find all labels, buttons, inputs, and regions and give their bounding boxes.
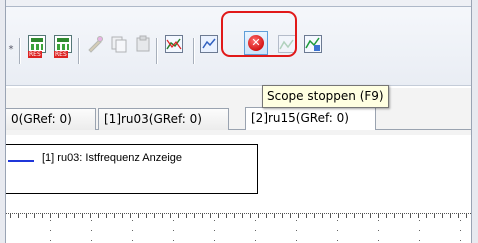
grid-tick [234, 214, 235, 218]
grid-tick [338, 214, 339, 218]
tab-scope-0[interactable]: 0(GRef: 0) [6, 108, 96, 130]
grid-tick [266, 214, 267, 218]
grid-tick [306, 214, 307, 218]
grid-tick [114, 214, 115, 218]
grid-tick [250, 214, 251, 218]
grid-tick [450, 214, 451, 218]
grid-tick [466, 214, 467, 218]
grid-tick [122, 214, 123, 218]
tab-label: [2]ru15(GRef: 0) [251, 111, 349, 125]
grid-vertical-line [214, 220, 215, 243]
grid-tick [74, 214, 75, 218]
chart-edit-icon[interactable] [302, 33, 324, 55]
table-red-icon[interactable]: RES [26, 33, 48, 58]
grid-tick [346, 214, 347, 218]
grid-tick [10, 214, 11, 218]
toolbar-separator [19, 38, 20, 64]
grid-tick [410, 214, 411, 218]
grid-tick [186, 214, 187, 218]
scope-settings-icon[interactable] [198, 33, 220, 55]
grid-tick [178, 214, 179, 218]
grid-tick [50, 214, 51, 218]
grid-tick [226, 214, 227, 218]
grid-tick [82, 214, 83, 218]
toolbar-separator [193, 38, 194, 64]
grid-tick [106, 214, 107, 218]
scope-stop-button[interactable]: ✕ [244, 31, 268, 55]
grid-vertical-line [255, 220, 256, 243]
grid-vertical-line [460, 220, 461, 243]
grid-vertical-line [50, 220, 51, 243]
grid-tick [434, 214, 435, 218]
grid-tick [58, 214, 59, 218]
chart-legend: [1] ru03: Istfrequenz Anzeige [6, 144, 258, 194]
grid-tick [26, 214, 27, 218]
grid-tick [362, 214, 363, 218]
scope-grid [6, 214, 471, 243]
legend-series-line [8, 160, 34, 162]
grid-tick [170, 214, 171, 218]
edit-icon[interactable] [84, 33, 106, 55]
grid-tick [154, 214, 155, 218]
copy-icon[interactable] [108, 33, 130, 55]
grid-tick [386, 214, 387, 218]
grid-vertical-line [337, 220, 338, 243]
grid-tick [290, 214, 291, 218]
grid-tick [274, 214, 275, 218]
grid-tick [98, 214, 99, 218]
grid-tick [442, 214, 443, 218]
tab-label: 0(GRef: 0) [11, 112, 72, 126]
grid-tick [138, 214, 139, 218]
grid-tick [394, 214, 395, 218]
grid-tick [66, 214, 67, 218]
truncated-icon: ⁎ [8, 40, 14, 52]
grid-tick [402, 214, 403, 218]
toolbar-separator [78, 38, 79, 64]
grid-tick [130, 214, 131, 218]
window-right-border [471, 0, 478, 243]
grid-tick [282, 214, 283, 218]
window-top-border [0, 0, 478, 7]
grid-tick [298, 214, 299, 218]
stop-button-tooltip: Scope stoppen (F9) [262, 85, 389, 108]
grid-vertical-line [132, 220, 133, 243]
grid-tick [354, 214, 355, 218]
grid-tick [210, 214, 211, 218]
grid-tick [34, 214, 35, 218]
grid-tick [378, 214, 379, 218]
grid-tick [458, 214, 459, 218]
grid-tick [42, 214, 43, 218]
grid-tick [370, 214, 371, 218]
grid-vertical-line [173, 220, 174, 243]
grid-tick [146, 214, 147, 218]
tab-label: [1]ru03(GRef: 0) [104, 112, 202, 126]
grid-tick [194, 214, 195, 218]
tab-scope-ru03[interactable]: [1]ru03(GRef: 0) [98, 108, 229, 130]
legend-series-label: [1] ru03: Istfrequenz Anzeige [42, 152, 183, 164]
grid-vertical-line [378, 220, 379, 243]
grid-tick [426, 214, 427, 218]
toolbar-separator [156, 38, 157, 64]
paste-icon[interactable] [132, 33, 154, 55]
grid-tick [90, 214, 91, 218]
grid-tick [18, 214, 19, 218]
tab-scope-ru15[interactable]: [2]ru15(GRef: 0) [245, 107, 376, 130]
table-export-icon[interactable]: RES [52, 33, 74, 58]
grid-tick [314, 214, 315, 218]
grid-tick [418, 214, 419, 218]
grid-tick [330, 214, 331, 218]
grid-tick [258, 214, 259, 218]
stop-icon: ✕ [248, 35, 264, 51]
grid-tick [162, 214, 163, 218]
grid-vertical-line [296, 220, 297, 243]
grid-tick [218, 214, 219, 218]
grid-tick [202, 214, 203, 218]
grid-vertical-line [419, 220, 420, 243]
grid-tick [242, 214, 243, 218]
grid-tick [322, 214, 323, 218]
chart-zoom-icon[interactable] [163, 33, 185, 55]
grid-vertical-line [91, 220, 92, 243]
